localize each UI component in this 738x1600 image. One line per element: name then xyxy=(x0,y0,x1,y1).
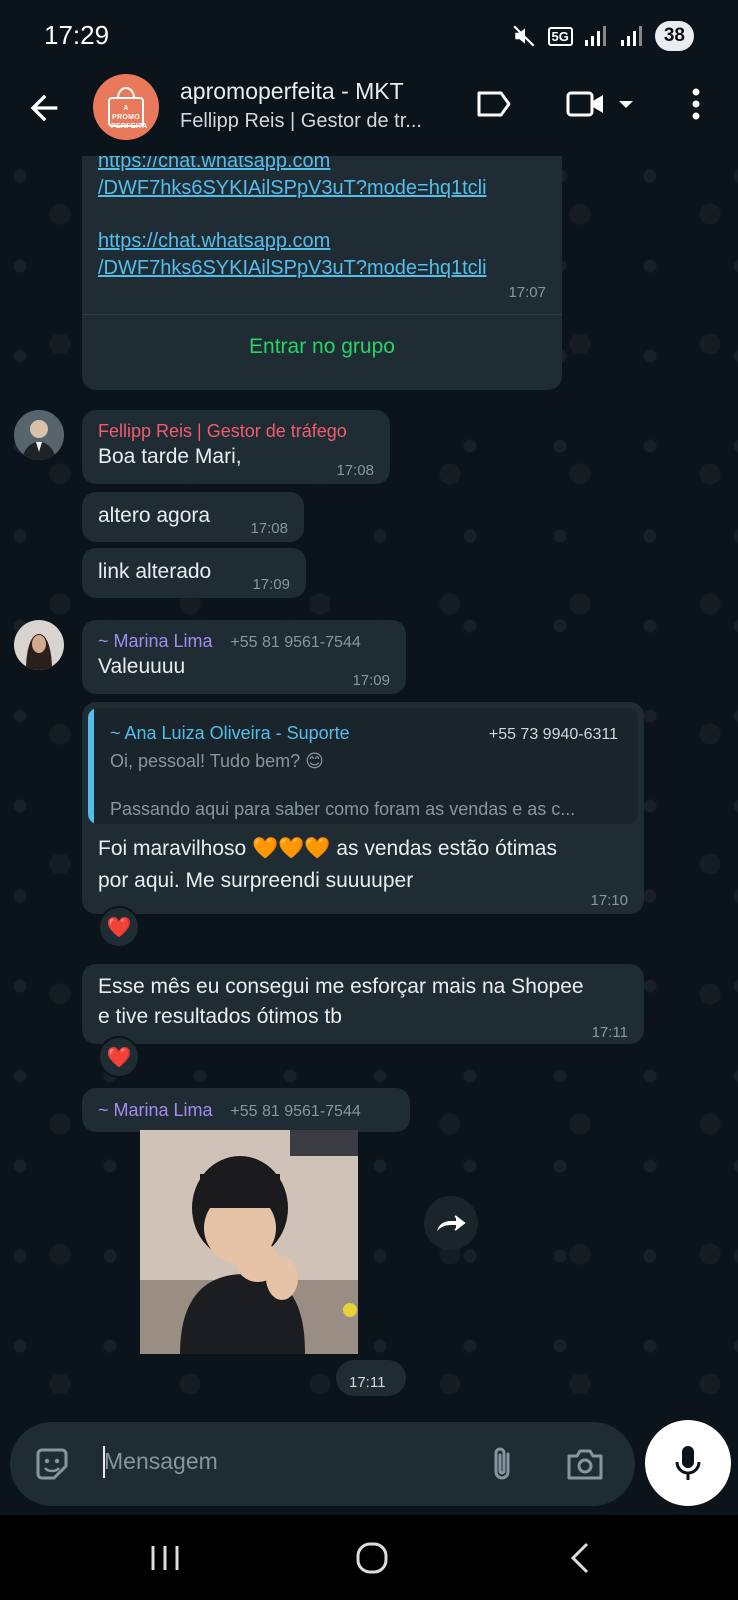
message-text: Valeuuuu xyxy=(98,655,186,678)
message-text: link alterado xyxy=(98,560,212,583)
more-options-button[interactable] xyxy=(690,84,702,124)
message-time: 17:09 xyxy=(352,672,390,689)
camera-icon[interactable] xyxy=(565,1446,605,1482)
chevron-down-icon xyxy=(619,101,633,108)
message-shopee[interactable]: Esse mês eu consegui me esforçar mais na… xyxy=(82,964,644,1044)
message-text-line-2: e tive resultados ótimos tb xyxy=(98,1005,342,1028)
quoted-line-1: Oi, pessoal! Tudo bem? 😊 xyxy=(110,751,324,771)
message-fellipp-2[interactable]: altero agora 17:08 xyxy=(82,492,304,542)
quoted-message[interactable]: ~ Ana Luiza Oliveira - Suporte +55 73 99… xyxy=(88,708,638,824)
message-time: 17:11 xyxy=(591,1024,628,1041)
message-input[interactable]: Mensagem xyxy=(104,1448,218,1475)
system-nav-bar xyxy=(0,1515,738,1600)
message-time: 17:07 xyxy=(508,284,546,301)
message-text-line-1: Foi maravilhoso 🧡🧡🧡 as vendas estão ótim… xyxy=(98,837,557,860)
chat-title[interactable]: apromoperfeita - MKT xyxy=(180,78,404,105)
label-tag-icon xyxy=(477,91,511,117)
message-time: 17:08 xyxy=(250,520,288,537)
person-photo-icon xyxy=(14,620,64,670)
voice-record-button[interactable] xyxy=(645,1420,731,1506)
sticker-time-chip: 17:11 xyxy=(336,1360,406,1396)
message-time: 17:08 xyxy=(336,462,374,479)
microphone-icon xyxy=(675,1446,701,1480)
quote-bar xyxy=(88,708,94,824)
child-sticker-illustration xyxy=(140,1130,358,1354)
avatar-marina[interactable] xyxy=(14,620,64,670)
quoted-phone: +55 73 9940-6311 xyxy=(488,726,618,743)
message-text-line-1: Esse mês eu consegui me esforçar mais na… xyxy=(98,975,584,998)
quoted-line-2: Passando aqui para saber como foram as v… xyxy=(110,799,576,819)
status-time: 17:29 xyxy=(44,20,110,50)
status-bar: 17:29 5G 38 xyxy=(0,0,738,70)
forward-icon xyxy=(437,1215,466,1231)
message-reply[interactable]: ~ Ana Luiza Oliveira - Suporte +55 73 99… xyxy=(82,702,644,914)
message-time: 17:10 xyxy=(590,892,628,909)
status-icons: 5G 38 xyxy=(512,20,694,52)
join-group-button[interactable]: Entrar no grupo xyxy=(82,332,562,362)
video-camera-icon xyxy=(566,91,603,117)
invite-link-1-b[interactable]: /DWF7hks6SYKIAilSPpV3uT?mode=hq1tcli xyxy=(98,175,487,202)
message-text: Boa tarde Mari, xyxy=(98,445,242,468)
message-time: 17:11 xyxy=(349,1374,386,1391)
back-arrow-icon[interactable] xyxy=(24,88,64,128)
message-input-container[interactable]: Mensagem xyxy=(10,1422,635,1506)
heart-reaction[interactable]: ❤️ xyxy=(98,906,140,948)
heart-reaction[interactable]: ❤️ xyxy=(98,1036,140,1078)
mute-icon xyxy=(512,25,534,47)
quoted-sender: ~ Ana Luiza Oliveira - Suporte xyxy=(110,723,350,743)
message-fellipp-3[interactable]: link alterado 17:09 xyxy=(82,548,306,598)
signal-icon xyxy=(584,26,606,46)
divider xyxy=(82,314,562,315)
battery-badge: 38 xyxy=(654,21,694,51)
sender-name[interactable]: ~ Marina Lima xyxy=(98,631,213,651)
group-avatar[interactable]: A PROMO PERFEITA xyxy=(93,74,159,140)
message-time: 17:09 xyxy=(252,576,290,593)
video-call-button[interactable] xyxy=(566,84,636,124)
home-icon[interactable] xyxy=(355,1541,389,1575)
message-fellipp-1[interactable]: Fellipp Reis | Gestor de tráfego Boa tar… xyxy=(82,410,390,484)
sticker-sender-label[interactable]: ~ Marina Lima +55 81 9561-7544 xyxy=(82,1088,410,1132)
invite-link-2-b[interactable]: /DWF7hks6SYKIAilSPpV3uT?mode=hq1tcli xyxy=(98,255,487,282)
avatar-fellipp[interactable] xyxy=(14,410,64,460)
sender-row: ~ Marina Lima +55 81 9561-7544 xyxy=(98,1095,361,1127)
label-button[interactable] xyxy=(476,84,512,124)
attach-paperclip-icon[interactable] xyxy=(488,1444,518,1484)
group-avatar-text: A PROMO PERFEITA xyxy=(111,105,148,130)
chat-header: A PROMO PERFEITA apromoperfeita - MKT Fe… xyxy=(0,70,738,156)
more-vert-icon xyxy=(692,88,700,120)
invite-link-2-a[interactable]: https://chat.whatsapp.com xyxy=(98,228,487,255)
heart-icon: ❤️ xyxy=(106,916,132,939)
signal-icon-2 xyxy=(620,26,642,46)
message-marina-1[interactable]: ~ Marina Lima +55 81 9561-7544 Valeuuuu … xyxy=(82,620,406,694)
sender-phone[interactable]: +55 81 9561-7544 xyxy=(230,634,360,651)
heart-icon: ❤️ xyxy=(106,1046,132,1069)
sticker-emoji-icon[interactable] xyxy=(32,1444,72,1484)
chat-area[interactable]: https://chat.whatsapp.com /DWF7hks6SYKIA… xyxy=(0,156,738,1420)
sender-name[interactable]: ~ Marina Lima xyxy=(98,1100,213,1120)
person-photo-icon xyxy=(14,410,64,460)
sender-phone[interactable]: +55 81 9561-7544 xyxy=(230,1103,360,1120)
composer: Mensagem xyxy=(0,1420,738,1520)
chat-subtitle[interactable]: Fellipp Reis | Gestor de tr... xyxy=(180,110,450,133)
network-badge: 5G xyxy=(547,26,573,46)
invite-link-message[interactable]: https://chat.whatsapp.com /DWF7hks6SYKIA… xyxy=(82,156,562,390)
nav-back-icon[interactable] xyxy=(568,1541,592,1575)
sticker-image[interactable] xyxy=(140,1130,358,1354)
recent-apps-icon[interactable] xyxy=(148,1543,182,1573)
message-text-line-2: por aqui. Me surpreendi suuuuper xyxy=(98,869,414,892)
invite-link-1-a[interactable]: https://chat.whatsapp.com xyxy=(98,156,487,175)
message-text: altero agora xyxy=(98,504,211,527)
forward-button[interactable] xyxy=(424,1196,478,1250)
